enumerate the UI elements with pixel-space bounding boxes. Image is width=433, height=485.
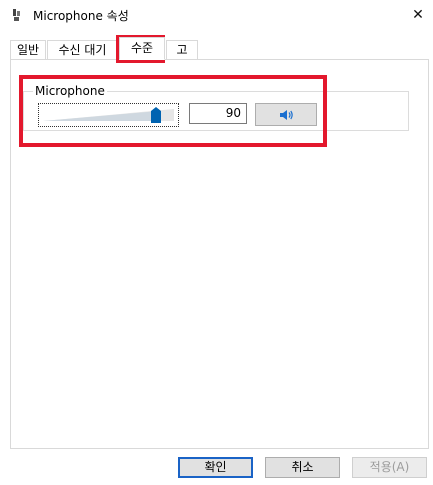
group-label: Microphone <box>33 84 107 98</box>
volume-slider[interactable] <box>38 103 179 127</box>
level-value-field[interactable]: 90 <box>189 103 247 124</box>
microphone-level-group: Microphone 90 <box>23 84 409 131</box>
mute-button[interactable] <box>255 103 317 126</box>
title-bar: Microphone 속성 ✕ <box>0 0 433 30</box>
tab-advanced[interactable]: 고급 <box>166 40 198 76</box>
tab-levels[interactable]: 수준 <box>119 37 165 60</box>
tab-listen[interactable]: 수신 대기 <box>47 40 118 59</box>
slider-thumb[interactable] <box>151 107 161 123</box>
tab-listen-label: 수신 대기 <box>58 43 107 57</box>
close-icon: ✕ <box>412 7 424 23</box>
levels-panel: Microphone 90 <box>10 59 429 449</box>
microphone-icon <box>13 9 20 21</box>
close-button[interactable]: ✕ <box>403 0 433 30</box>
microphone-properties-dialog: Microphone 속성 ✕ 일반 수신 대기 수준 고급 Microphon… <box>0 0 433 485</box>
apply-button[interactable]: 적용(A) <box>352 457 427 478</box>
tab-general-label: 일반 <box>16 43 40 57</box>
cancel-button[interactable]: 취소 <box>265 457 340 478</box>
tab-general[interactable]: 일반 <box>10 40 46 59</box>
ok-button[interactable]: 확인 <box>178 457 253 478</box>
speaker-icon <box>280 110 293 120</box>
tab-levels-label: 수준 <box>130 41 154 55</box>
window-title: Microphone 속성 <box>33 9 129 23</box>
